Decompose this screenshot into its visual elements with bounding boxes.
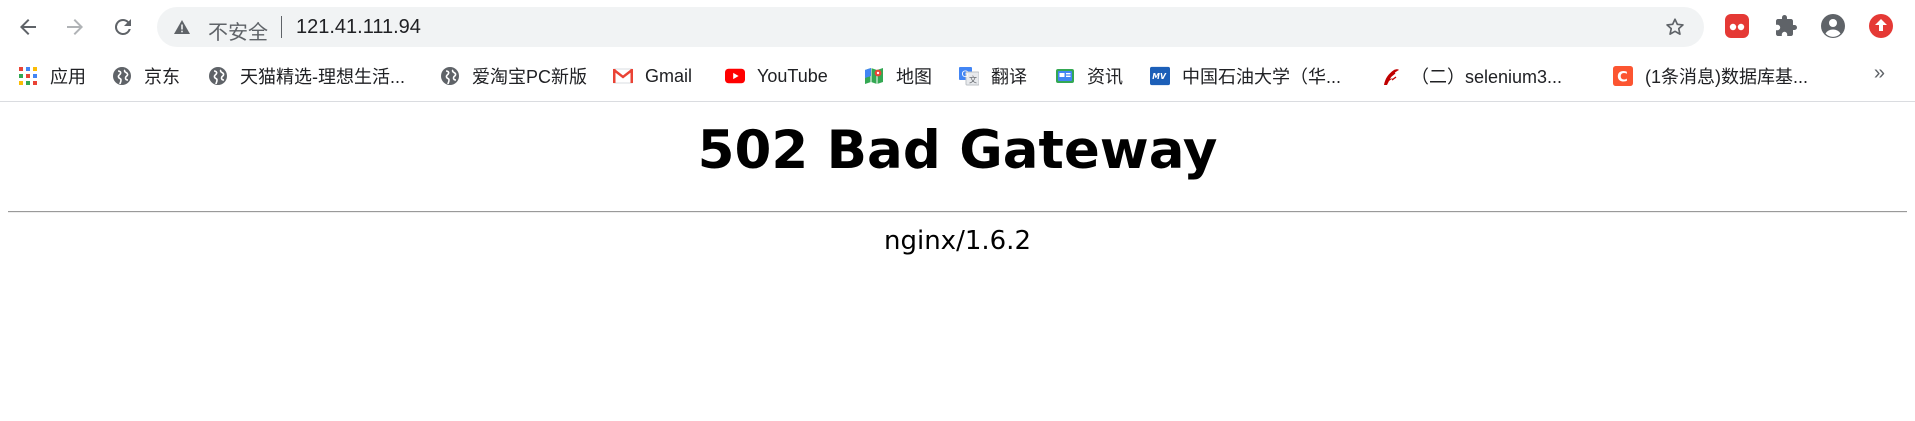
bookmark-selenium[interactable]: （二）selenium3... bbox=[1381, 60, 1562, 92]
arrow-right-icon bbox=[67, 19, 83, 35]
address-bar[interactable]: 不安全 121.41.111.94 bbox=[157, 7, 1704, 47]
bookmarks-overflow-chevron-icon[interactable]: » bbox=[1874, 62, 1885, 85]
bookmark-label: (1条消息)数据库基... bbox=[1645, 67, 1809, 87]
bookmark-label: （二）selenium3... bbox=[1411, 67, 1563, 87]
university-icon: MV bbox=[1150, 66, 1170, 86]
horizontal-rule bbox=[8, 211, 1907, 213]
bookmark-label: YouTube bbox=[757, 65, 828, 86]
bookmark-label: Gmail bbox=[645, 65, 693, 86]
profile-button[interactable] bbox=[1820, 13, 1846, 39]
extensions-button[interactable] bbox=[1773, 13, 1799, 39]
bookmark-star-icon[interactable] bbox=[1664, 16, 1686, 38]
bookmark-news[interactable]: 资讯 bbox=[1055, 60, 1123, 92]
bookmark-youtube[interactable]: YouTube bbox=[725, 60, 828, 92]
globe-icon bbox=[112, 66, 132, 86]
svg-text:C: C bbox=[1617, 69, 1628, 85]
bookmark-jd[interactable]: 京东 bbox=[112, 60, 180, 92]
url-text[interactable]: 121.41.111.94 bbox=[296, 16, 421, 39]
account-circle-icon bbox=[1821, 14, 1845, 38]
reload-icon bbox=[114, 18, 131, 35]
svg-text:G: G bbox=[962, 70, 969, 80]
csdn-icon: C bbox=[1613, 66, 1633, 86]
back-button[interactable] bbox=[12, 11, 44, 43]
gmail-icon bbox=[613, 66, 633, 86]
bookmark-csdn[interactable]: C (1条消息)数据库基... bbox=[1613, 60, 1808, 92]
bookmark-aitaobao[interactable]: 爱淘宝PC新版 bbox=[440, 60, 587, 92]
bookmark-apps[interactable]: 应用 bbox=[18, 60, 86, 92]
ruby-icon bbox=[1381, 66, 1401, 86]
bookmark-translate[interactable]: G文 翻译 bbox=[959, 60, 1027, 92]
bookmark-label: 资讯 bbox=[1087, 67, 1123, 87]
globe-icon bbox=[208, 66, 228, 86]
toolbar-divider bbox=[0, 101, 1915, 102]
bookmark-tmall[interactable]: 天猫精选-理想生活... bbox=[208, 60, 405, 92]
arrow-left-icon bbox=[20, 19, 36, 35]
bookmark-maps[interactable]: 地图 bbox=[864, 60, 932, 92]
bookmark-label: 地图 bbox=[896, 67, 932, 87]
server-signature: nginx/1.6.2 bbox=[884, 226, 1031, 256]
reload-button[interactable] bbox=[107, 11, 139, 43]
globe-icon bbox=[440, 66, 460, 86]
upload-arrow-icon bbox=[1869, 14, 1893, 38]
svg-text:文: 文 bbox=[969, 75, 977, 85]
news-icon bbox=[1055, 66, 1075, 86]
error-title: 502 Bad Gateway bbox=[697, 120, 1218, 181]
bookmark-university[interactable]: MV 中国石油大学（华... bbox=[1150, 60, 1341, 92]
update-button[interactable] bbox=[1868, 13, 1894, 39]
bookmark-label: 爱淘宝PC新版 bbox=[472, 67, 588, 87]
security-status-label[interactable]: 不安全 bbox=[208, 16, 268, 45]
apps-grid-icon bbox=[18, 66, 38, 86]
address-separator bbox=[281, 16, 282, 38]
bookmark-label: 京东 bbox=[144, 67, 180, 87]
maps-icon bbox=[864, 66, 884, 86]
svg-text:MV: MV bbox=[1152, 72, 1167, 81]
forward-button[interactable] bbox=[59, 11, 91, 43]
red-extension-icon bbox=[1725, 14, 1749, 38]
translate-icon: G文 bbox=[959, 66, 979, 86]
warning-icon bbox=[174, 20, 190, 34]
puzzle-icon bbox=[1776, 15, 1797, 36]
youtube-icon bbox=[725, 66, 745, 86]
bookmark-gmail[interactable]: Gmail bbox=[613, 60, 692, 92]
bookmark-label: 中国石油大学（华... bbox=[1182, 67, 1342, 87]
bookmark-label: 翻译 bbox=[991, 67, 1027, 87]
bookmarks-bar: 应用 京东 天猫精选-理想生活... 爱淘宝PC新版 Gmail YouTube bbox=[0, 60, 1915, 92]
bookmark-label: 天猫精选-理想生活... bbox=[240, 67, 405, 87]
red-extension-button[interactable] bbox=[1724, 13, 1750, 39]
bookmark-label: 应用 bbox=[50, 67, 86, 87]
browser-toolbar: 不安全 121.41.111.94 bbox=[0, 0, 1915, 52]
